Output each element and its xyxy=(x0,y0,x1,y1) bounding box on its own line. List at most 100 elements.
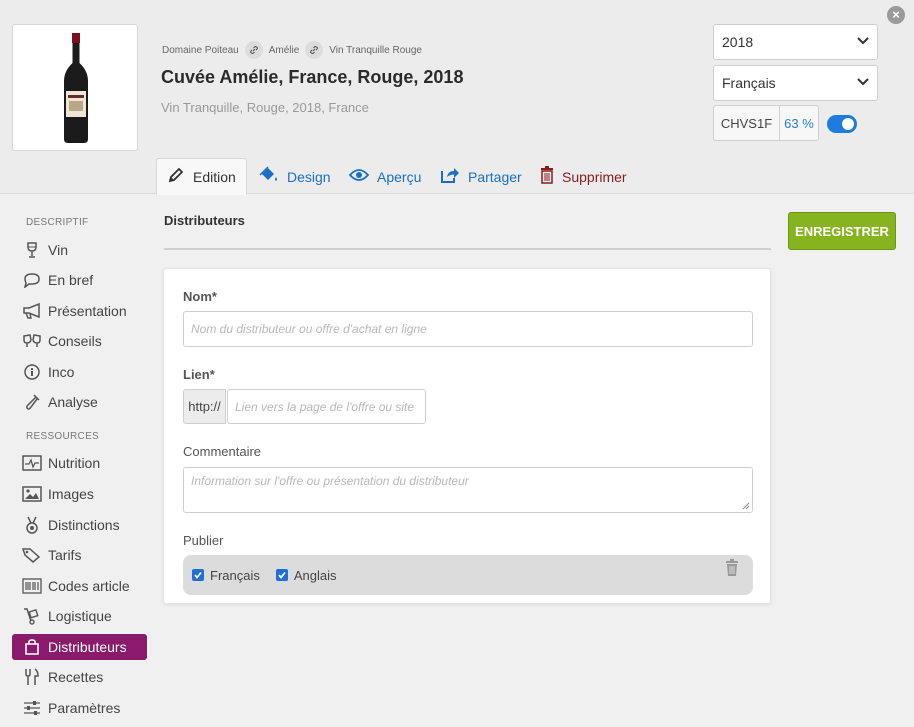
sidebar-item-conseils[interactable]: Conseils xyxy=(12,328,147,354)
nom-label: Nom* xyxy=(183,289,217,304)
sidebar-item-recettes[interactable]: Recettes xyxy=(12,664,147,690)
commentaire-label: Commentaire xyxy=(183,444,262,459)
publish-toggle[interactable] xyxy=(827,115,857,133)
sidebar-item-logistique[interactable]: Logistique xyxy=(12,603,147,629)
price-tag-icon xyxy=(22,547,42,563)
sidebar-item-inco[interactable]: Inco xyxy=(12,359,147,385)
page-title: Cuvée Amélie, France, Rouge, 2018 xyxy=(161,67,464,87)
sidebar-item-label: Recettes xyxy=(48,669,104,685)
sidebar-item-label: Distinctions xyxy=(48,517,120,533)
tab-apercu[interactable]: Aperçu xyxy=(348,158,422,195)
chevron-down-icon xyxy=(857,36,869,48)
wine-bottle-icon xyxy=(64,33,88,143)
sidebar-item-images[interactable]: Images xyxy=(12,481,147,507)
sidebar-item-parametres[interactable]: Paramètres xyxy=(12,695,147,721)
save-button[interactable]: ENREGISTRER xyxy=(788,212,896,250)
sidebar-item-label: Images xyxy=(48,486,94,502)
tab-partager-label: Partager xyxy=(468,168,522,185)
tab-edition-label: Edition xyxy=(193,168,236,185)
lien-input[interactable]: Lien vers la page de l'offre ou site xyxy=(227,389,426,424)
hand-truck-icon xyxy=(22,607,42,625)
tab-supprimer-label: Supprimer xyxy=(562,168,627,185)
tab-edition[interactable]: Edition xyxy=(156,158,247,195)
wine-glass-icon xyxy=(22,242,42,258)
divider xyxy=(164,248,771,250)
language-select-value: Français xyxy=(722,75,776,91)
tab-design[interactable]: Design xyxy=(259,158,331,195)
eye-icon xyxy=(348,168,370,185)
lien-label: Lien* xyxy=(183,367,215,382)
commentaire-placeholder: Information sur l'offre ou présentation … xyxy=(191,474,469,488)
sidebar-item-label: Nutrition xyxy=(48,455,101,471)
nom-input[interactable]: Nom du distributeur ou offre d'achat en … xyxy=(183,311,753,347)
year-select[interactable]: 2018 xyxy=(713,24,878,60)
sidebar-item-distinctions[interactable]: Distinctions xyxy=(12,512,147,538)
toggle-knob xyxy=(842,118,854,130)
heartbeat-chart-icon xyxy=(22,455,42,471)
share-icon xyxy=(440,166,460,187)
language-select[interactable]: Français xyxy=(713,65,878,101)
tab-apercu-label: Aperçu xyxy=(377,168,422,185)
tab-partager[interactable]: Partager xyxy=(440,158,522,195)
sidebar-item-distributeurs[interactable]: Distributeurs xyxy=(12,634,147,660)
sidebar-item-vin[interactable]: Vin xyxy=(12,237,147,263)
header: × Domaine Poiteau Amélie Vin Tranquille … xyxy=(0,0,914,195)
year-select-value: 2018 xyxy=(722,34,754,50)
link-icon xyxy=(305,41,324,59)
sidebar-item-label: Conseils xyxy=(48,333,102,349)
paint-bucket-icon xyxy=(259,166,279,187)
image-icon xyxy=(22,486,42,502)
sliders-icon xyxy=(22,700,42,716)
sidebar-item-tarifs[interactable]: Tarifs xyxy=(12,542,147,568)
sidebar-item-en-bref[interactable]: En bref xyxy=(12,267,147,293)
toast-glasses-icon xyxy=(22,333,42,349)
close-icon[interactable]: × xyxy=(887,6,905,24)
breadcrumb-item-domain[interactable]: Domaine Poiteau xyxy=(162,45,239,56)
checkbox-anglais-label: Anglais xyxy=(293,567,337,583)
completion-percentage: 63 % xyxy=(784,115,814,131)
trash-icon[interactable] xyxy=(725,559,739,580)
sidebar-item-label: En bref xyxy=(48,272,94,288)
utensils-icon xyxy=(22,668,42,686)
test-tube-icon xyxy=(22,394,42,410)
sidebar-item-nutrition[interactable]: Nutrition xyxy=(12,450,147,476)
tab-design-label: Design xyxy=(287,168,331,185)
sidebar-item-label: Analyse xyxy=(48,394,98,410)
sidebar-item-presentation[interactable]: Présentation xyxy=(12,298,147,324)
commentaire-textarea[interactable]: Information sur l'offre ou présentation … xyxy=(183,467,753,513)
sidebar-item-label: Présentation xyxy=(48,303,127,319)
sidebar-item-label: Codes article xyxy=(48,578,130,594)
checkbox-anglais[interactable] xyxy=(275,569,288,581)
medal-icon xyxy=(22,516,42,534)
sidebar-item-label: Distributeurs xyxy=(48,639,127,655)
product-code: CHVS1F xyxy=(714,106,780,140)
sidebar-item-analyse[interactable]: Analyse xyxy=(12,389,147,415)
info-icon xyxy=(22,364,42,380)
publier-label: Publier xyxy=(183,533,224,548)
tab-supprimer[interactable]: Supprimer xyxy=(540,158,627,195)
breadcrumb: Domaine Poiteau Amélie Vin Tranquille Ro… xyxy=(162,41,422,59)
section-title: Distributeurs xyxy=(164,213,245,228)
sidebar-item-label: Inco xyxy=(48,364,75,380)
checkbox-francais-label: Français xyxy=(210,567,260,583)
resize-handle-icon[interactable] xyxy=(742,502,750,510)
sidebar-item-codes-article[interactable]: Codes article xyxy=(12,573,147,599)
page-subtitle: Vin Tranquille, Rouge, 2018, France xyxy=(161,100,369,115)
sidebar-item-label: Vin xyxy=(48,242,68,258)
publish-options: Français Anglais xyxy=(183,555,753,595)
section-descriptif: DESCRIPTIF xyxy=(26,217,89,228)
breadcrumb-item-cuvee[interactable]: Amélie xyxy=(269,45,300,56)
breadcrumb-item-type[interactable]: Vin Tranquille Rouge xyxy=(329,45,422,56)
sidebar-item-label: Tarifs xyxy=(48,547,82,563)
megaphone-icon xyxy=(22,303,42,319)
section-ressources: RESSOURCES xyxy=(26,431,100,442)
product-image xyxy=(12,24,138,151)
checkbox-francais[interactable] xyxy=(192,569,204,581)
sidebar-item-label: Paramètres xyxy=(48,700,121,716)
pencil-icon xyxy=(167,166,185,187)
product-code-group: CHVS1F 63 % xyxy=(713,105,819,141)
sidebar-item-label: Logistique xyxy=(48,608,112,624)
url-prefix: http:// xyxy=(183,389,226,424)
distributor-form: Nom* Nom du distributeur ou offre d'acha… xyxy=(163,268,771,604)
trash-icon xyxy=(540,166,554,187)
